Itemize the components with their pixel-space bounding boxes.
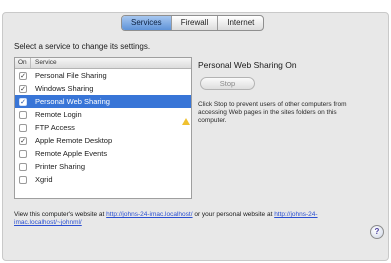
service-name: Xgrid — [35, 175, 53, 184]
table-rows: ✓ Personal File Sharing ✓ Windows Sharing ✓ P… — [15, 69, 191, 186]
service-checkbox[interactable] — [19, 149, 27, 158]
website-info: View this computer's website at http://j… — [14, 211, 369, 227]
service-checkbox[interactable]: ✓ — [19, 84, 27, 93]
service-name: Apple Remote Desktop — [35, 136, 113, 145]
service-name: Remote Login — [35, 110, 82, 119]
on-cell — [15, 110, 31, 119]
on-cell — [15, 175, 31, 184]
service-name: FTP Access — [35, 123, 75, 132]
table-row[interactable]: ✓ Personal Web Sharing — [15, 95, 191, 108]
service-name: Personal Web Sharing — [35, 97, 110, 106]
tab-firewall[interactable]: Firewall — [172, 16, 219, 30]
on-cell — [15, 149, 31, 158]
tab-internet[interactable]: Internet — [218, 16, 263, 30]
table-row[interactable]: ✓ Windows Sharing — [15, 82, 191, 95]
service-status-title: Personal Web Sharing On — [198, 60, 297, 70]
help-button[interactable]: ? — [370, 225, 384, 239]
table-row[interactable]: FTP Access — [15, 121, 191, 134]
service-checkbox[interactable]: ✓ — [19, 71, 27, 80]
service-checkbox[interactable]: ✓ — [19, 136, 27, 145]
table-row[interactable]: Xgrid — [15, 173, 191, 186]
service-checkbox[interactable]: ✓ — [19, 97, 27, 106]
stop-button[interactable]: Stop — [200, 77, 255, 90]
service-name: Windows Sharing — [35, 84, 94, 93]
service-name: Printer Sharing — [35, 162, 86, 171]
service-description: Click Stop to prevent users of other com… — [198, 101, 347, 124]
tab-services[interactable]: Services — [122, 16, 172, 30]
on-cell: ✓ — [15, 71, 31, 80]
column-header-on[interactable]: On — [15, 58, 31, 68]
computer-website-link[interactable]: http://johns-24-imac.localhost/ — [106, 211, 192, 218]
on-cell: ✓ — [15, 97, 31, 106]
on-cell: ✓ — [15, 84, 31, 93]
service-name: Remote Apple Events — [35, 149, 108, 158]
table-row[interactable]: ✓ Apple Remote Desktop — [15, 134, 191, 147]
on-cell — [15, 123, 31, 132]
footer-text-mid: or your personal website at — [192, 211, 275, 218]
service-checkbox[interactable] — [19, 110, 27, 119]
table-row[interactable]: Remote Login — [15, 108, 191, 121]
column-header-service[interactable]: Service — [31, 58, 57, 68]
service-checkbox[interactable] — [19, 162, 27, 171]
tab-bar: Services Firewall Internet — [121, 15, 265, 31]
on-cell: ✓ — [15, 136, 31, 145]
service-checkbox[interactable] — [19, 123, 27, 132]
warning-marker-icon — [182, 118, 190, 125]
service-checkbox[interactable] — [19, 175, 27, 184]
footer-text-before: View this computer's website at — [14, 211, 107, 218]
table-row[interactable]: Printer Sharing — [15, 160, 191, 173]
service-name: Personal File Sharing — [35, 71, 107, 80]
table-header: On Service — [15, 58, 191, 69]
table-row[interactable]: Remote Apple Events — [15, 147, 191, 160]
instruction-text: Select a service to change its settings. — [14, 42, 151, 51]
on-cell — [15, 162, 31, 171]
table-row[interactable]: ✓ Personal File Sharing — [15, 69, 191, 82]
services-table[interactable]: On Service ✓ Personal File Sharing ✓ Window… — [14, 57, 192, 199]
